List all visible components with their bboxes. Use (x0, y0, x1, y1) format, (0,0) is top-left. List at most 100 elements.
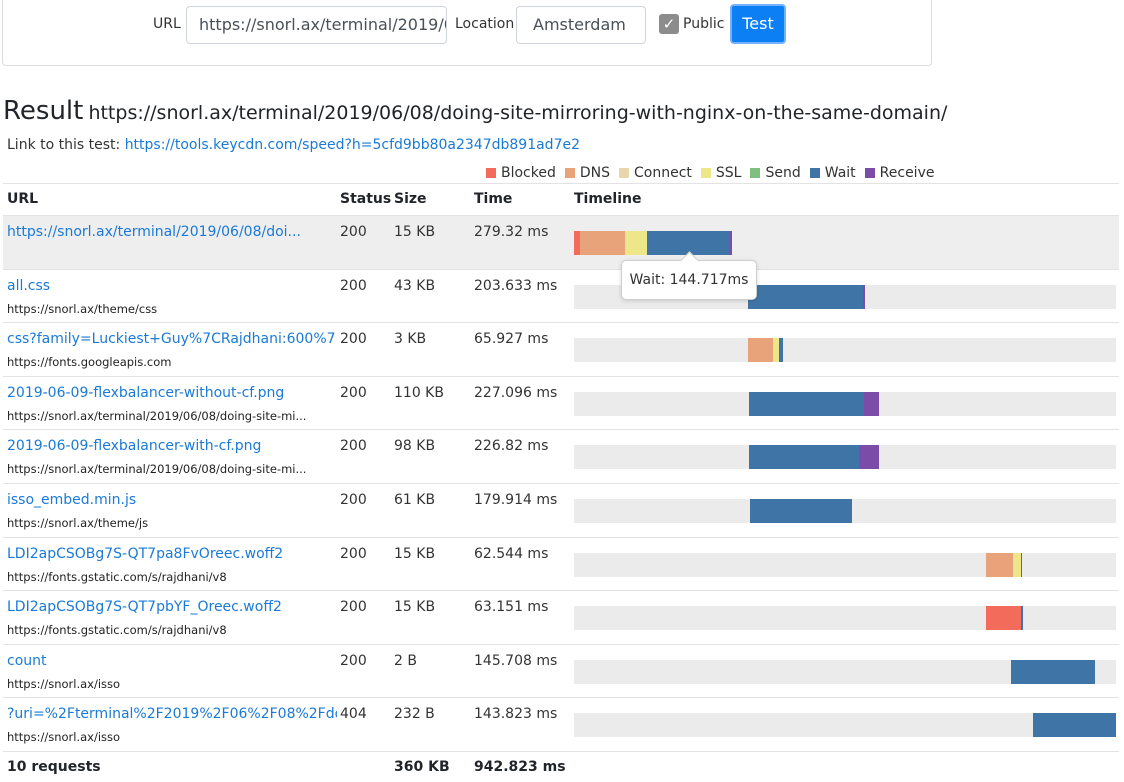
legend-item-send: Send (750, 165, 801, 181)
timeline-segment-blocked[interactable] (574, 552, 987, 577)
request-status: 200 (340, 331, 367, 348)
request-time: 65.927 ms (474, 331, 549, 348)
request-host: https://fonts.googleapis.com (7, 355, 172, 370)
table-row[interactable]: css?family=Luckiest+Guy%7CRajdhani:600%7… (3, 322, 1119, 376)
request-url-link[interactable]: LDI2apCSOBg7S-QT7pa8FvOreec.woff2 (7, 546, 283, 562)
request-size: 3 KB (394, 331, 427, 348)
request-time: 143.823 ms (474, 706, 558, 723)
timeline-segment-blocked[interactable] (574, 445, 750, 470)
legend-label: Wait (824, 165, 856, 181)
timeline-track[interactable] (574, 659, 1116, 684)
request-time: 279.32 ms (474, 224, 549, 240)
request-host: https://snorl.ax/terminal/2019/06/08/doi… (7, 462, 307, 477)
request-url-link[interactable]: all.css (7, 278, 50, 294)
location-input[interactable]: Amsterdam (516, 6, 646, 44)
timeline-segment-blocked[interactable] (574, 713, 1034, 738)
request-url-link[interactable]: count (7, 653, 47, 669)
request-host: https://fonts.gstatic.com/s/rajdhani/v8 (7, 623, 227, 638)
request-url-link[interactable]: css?family=Luckiest+Guy%7CRajdhani:600%7… (7, 331, 337, 347)
request-status: 200 (340, 438, 367, 455)
test-button[interactable]: Test (730, 4, 786, 44)
timeline-segment-dns[interactable] (579, 231, 625, 255)
table-row[interactable]: 2019-06-09-flexbalancer-with-cf.png https… (3, 429, 1119, 483)
timeline-track[interactable] (574, 552, 1116, 577)
timeline-segment-dns[interactable] (748, 338, 773, 363)
timeline-segment-receive[interactable] (859, 445, 880, 470)
request-url-link[interactable]: isso_embed.min.js (7, 492, 136, 508)
request-status: 200 (340, 652, 367, 669)
public-checkbox[interactable]: ✓ (659, 14, 679, 34)
request-url-link[interactable]: https://snorl.ax/terminal/2019/06/08/doi… (7, 224, 301, 240)
timeline-segment-wait[interactable] (749, 391, 865, 416)
table-row[interactable]: 2019-06-09-flexbalancer-without-cf.png ht… (3, 375, 1119, 430)
request-url-link[interactable]: 2019-06-09-flexbalancer-without-cf.png (7, 385, 284, 401)
table-row[interactable]: all.css https://snorl.ax/theme/css 200 43 K… (3, 268, 1119, 323)
table-row[interactable]: isso_embed.min.js https://snorl.ax/theme/… (3, 482, 1119, 537)
request-url-link[interactable]: LDI2apCSOBg7S-QT7pbYF_Oreec.woff2 (7, 599, 282, 615)
timeline-segment-wait[interactable] (1020, 552, 1023, 577)
request-host: https://snorl.ax/theme/css (7, 301, 158, 316)
timeline-segment-ssl[interactable] (624, 231, 647, 255)
url-input[interactable]: https://snorl.ax/terminal/2019/06 (186, 6, 447, 44)
legend-item-dns: DNS (564, 165, 610, 181)
legend-swatch (750, 168, 761, 178)
request-status: 200 (340, 384, 367, 401)
timeline-track[interactable] (574, 231, 1116, 255)
timeline-segment-receive[interactable] (864, 391, 880, 416)
table-row[interactable]: count https://snorl.ax/isso 200 2 B 145.708 … (3, 643, 1119, 698)
legend-swatch (864, 168, 875, 178)
table-row[interactable]: ?uri=%2Fterminal%2F2019%2F06%2F08%2Fdoin… (3, 697, 1119, 751)
request-time: 62.544 ms (474, 545, 549, 562)
timeline-segment-wait[interactable] (747, 284, 863, 309)
timeline-segment-wait[interactable] (749, 498, 853, 523)
timeline-track[interactable] (574, 445, 1116, 470)
timeline-segment-wait[interactable] (1010, 659, 1095, 684)
timeline-track[interactable] (574, 338, 1116, 363)
result-url: https://snorl.ax/terminal/2019/06/08/doi… (88, 102, 948, 124)
timeline-track[interactable] (574, 498, 1116, 523)
request-host: https://snorl.ax/isso (7, 676, 121, 691)
timeline-segment-dns[interactable] (986, 552, 1014, 577)
request-time: 179.914 ms (474, 491, 558, 508)
test-link[interactable]: https://tools.keycdn.com/speed?h=5cfd9bb… (125, 137, 580, 153)
col-url: URL (7, 191, 39, 207)
request-url-link[interactable]: ?uri=%2Fterminal%2F2019%2F06%2F08%2Fdoin… (7, 706, 337, 722)
timeline-segment-blocked[interactable] (986, 606, 1022, 631)
table-row[interactable]: LDI2apCSOBg7S-QT7pa8FvOreec.woff2 https:/… (3, 536, 1119, 591)
col-size: Size (394, 191, 427, 207)
request-host: https://fonts.gstatic.com/s/rajdhani/v8 (7, 569, 227, 584)
timeline-segment-ssl[interactable] (1013, 552, 1021, 577)
timeline-segment-wait[interactable] (778, 338, 783, 363)
table-header: URL Status Size Time Timeline (3, 183, 1119, 216)
timeline-track[interactable] (574, 606, 1116, 631)
request-time: 226.82 ms (474, 438, 549, 455)
request-url-link[interactable]: 2019-06-09-flexbalancer-with-cf.png (7, 438, 261, 454)
timeline-track[interactable] (574, 391, 1116, 416)
legend-swatch (619, 168, 630, 178)
timeline-segment-blocked[interactable] (574, 391, 750, 416)
timeline-segment-blocked[interactable] (574, 338, 749, 363)
timeline-legend: Blocked DNS Connect SSL Send Wait Receive (486, 164, 943, 182)
table-row[interactable]: LDI2apCSOBg7S-QT7pbYF_Oreec.woff2 https:/… (3, 590, 1119, 644)
legend-swatch (700, 168, 711, 178)
request-size: 61 KB (394, 491, 436, 508)
timeline-segment-receive[interactable] (862, 284, 865, 309)
request-host: https://snorl.ax/isso (7, 730, 121, 745)
table-row[interactable]: https://snorl.ax/terminal/2019/06/08/doi… (3, 215, 1119, 269)
col-timeline: Timeline (574, 191, 642, 207)
timeline-segment-blocked[interactable] (574, 659, 1011, 684)
timeline-segment-receive[interactable] (730, 231, 733, 255)
timeline-segment-wait[interactable] (1021, 606, 1023, 631)
request-size: 43 KB (394, 277, 436, 294)
result-heading: Result https://snorl.ax/terminal/2019/06… (3, 96, 947, 126)
request-size: 15 KB (394, 545, 436, 562)
timeline-track[interactable] (574, 713, 1116, 738)
timeline-segment-wait[interactable] (749, 445, 860, 470)
request-time: 203.633 ms (474, 277, 558, 294)
timeline-segment-blocked[interactable] (574, 498, 750, 523)
col-time: Time (474, 191, 513, 207)
timeline-segment-wait[interactable] (1033, 713, 1116, 738)
request-status: 200 (340, 491, 367, 508)
total-requests: 10 requests (7, 759, 101, 775)
wait-tooltip: Wait: 144.717ms (621, 260, 757, 300)
